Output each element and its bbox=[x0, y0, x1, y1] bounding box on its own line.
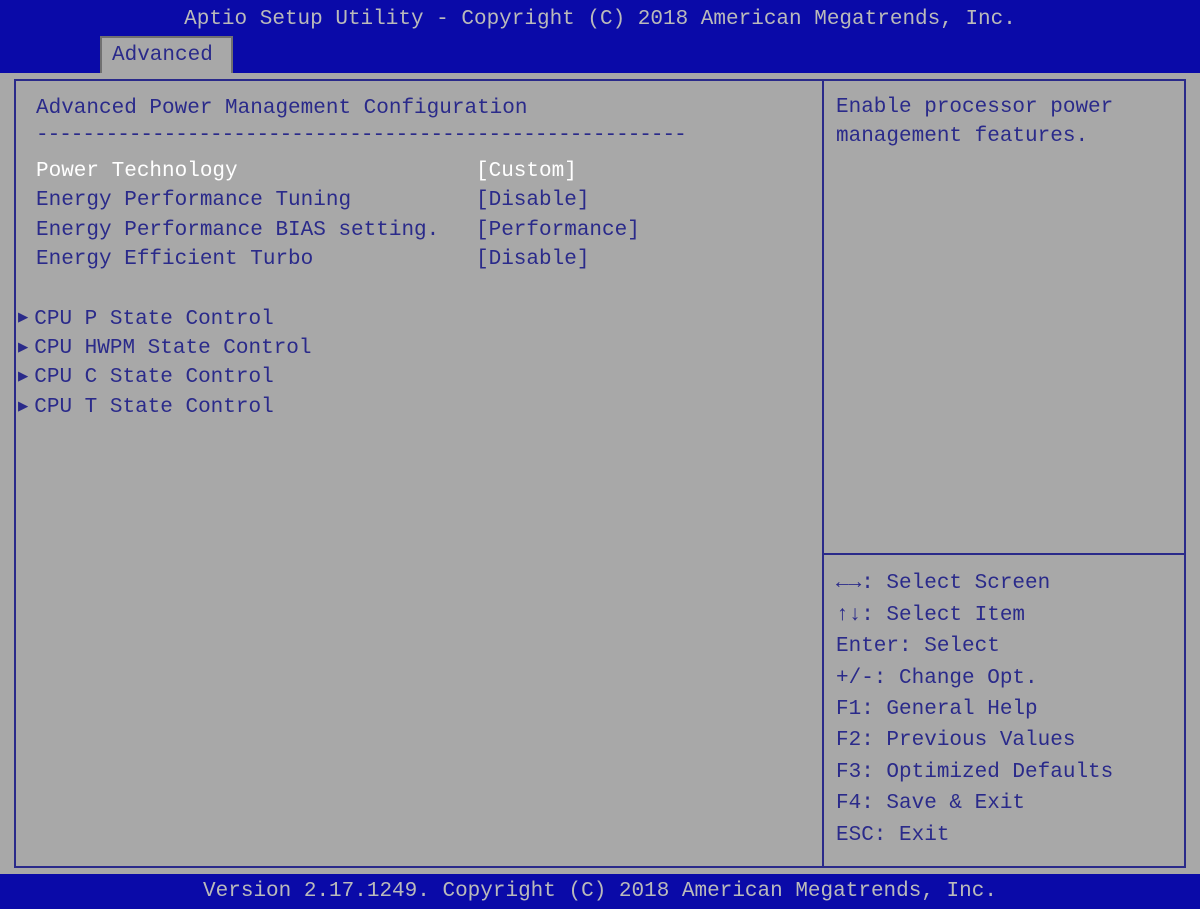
help-line: management features. bbox=[836, 122, 1172, 151]
submenu-label: CPU HWPM State Control bbox=[34, 334, 311, 363]
header-title: Aptio Setup Utility - Copyright (C) 2018… bbox=[0, 0, 1200, 35]
legend-optimized-defaults: F3: Optimized Defaults bbox=[836, 758, 1172, 787]
submenu-cpu-p-state[interactable]: ▶ CPU P State Control bbox=[18, 305, 802, 334]
option-label: Energy Performance Tuning bbox=[36, 186, 476, 215]
content-area: Advanced Power Management Configuration … bbox=[14, 79, 1186, 868]
legend-previous-values: F2: Previous Values bbox=[836, 726, 1172, 755]
arrow-right-icon: ▶ bbox=[18, 366, 28, 390]
arrow-right-icon: ▶ bbox=[18, 396, 28, 420]
option-energy-efficient-turbo[interactable]: Energy Efficient Turbo [Disable] bbox=[36, 245, 802, 274]
option-power-technology[interactable]: Power Technology [Custom] bbox=[36, 157, 802, 186]
legend-enter: Enter: Select bbox=[836, 632, 1172, 661]
option-energy-performance-tuning[interactable]: Energy Performance Tuning [Disable] bbox=[36, 186, 802, 215]
footer-version: Version 2.17.1249. Copyright (C) 2018 Am… bbox=[0, 874, 1200, 909]
option-value: [Disable] bbox=[476, 186, 589, 215]
submenu-label: CPU C State Control bbox=[34, 363, 273, 392]
option-label: Power Technology bbox=[36, 157, 476, 186]
submenu-label: CPU T State Control bbox=[34, 393, 273, 422]
option-value: [Disable] bbox=[476, 245, 589, 274]
legend-esc-exit: ESC: Exit bbox=[836, 821, 1172, 850]
legend-select-item: ↑↓: Select Item bbox=[836, 601, 1172, 630]
tab-advanced[interactable]: Advanced bbox=[100, 36, 233, 73]
legend-general-help: F1: General Help bbox=[836, 695, 1172, 724]
submenu-cpu-c-state[interactable]: ▶ CPU C State Control bbox=[18, 363, 802, 392]
bios-window: Aptio Setup Utility - Copyright (C) 2018… bbox=[0, 0, 1200, 909]
legend-select-screen: ←→: Select Screen bbox=[836, 569, 1172, 598]
side-panel: Enable processor power management featur… bbox=[824, 81, 1184, 866]
option-label: Energy Efficient Turbo bbox=[36, 245, 476, 274]
option-energy-performance-bias[interactable]: Energy Performance BIAS setting. [Perfor… bbox=[36, 216, 802, 245]
spacer bbox=[36, 275, 802, 305]
legend-save-exit: F4: Save & Exit bbox=[836, 789, 1172, 818]
section-title: Advanced Power Management Configuration bbox=[36, 97, 802, 120]
help-line: Enable processor power bbox=[836, 93, 1172, 122]
arrow-right-icon: ▶ bbox=[18, 337, 28, 361]
help-text: Enable processor power management featur… bbox=[824, 81, 1184, 555]
option-label: Energy Performance BIAS setting. bbox=[36, 216, 476, 245]
submenu-cpu-t-state[interactable]: ▶ CPU T State Control bbox=[18, 393, 802, 422]
key-legend: ←→: Select Screen ↑↓: Select Item Enter:… bbox=[824, 555, 1184, 866]
option-value: [Performance] bbox=[476, 216, 640, 245]
settings-panel: Advanced Power Management Configuration … bbox=[16, 81, 824, 866]
divider: ----------------------------------------… bbox=[36, 124, 802, 147]
arrow-right-icon: ▶ bbox=[18, 307, 28, 331]
submenu-cpu-hwpm-state[interactable]: ▶ CPU HWPM State Control bbox=[18, 334, 802, 363]
tab-bar: Advanced bbox=[0, 35, 1200, 73]
submenu-label: CPU P State Control bbox=[34, 305, 273, 334]
option-value: [Custom] bbox=[476, 157, 577, 186]
legend-change-opt: +/-: Change Opt. bbox=[836, 664, 1172, 693]
